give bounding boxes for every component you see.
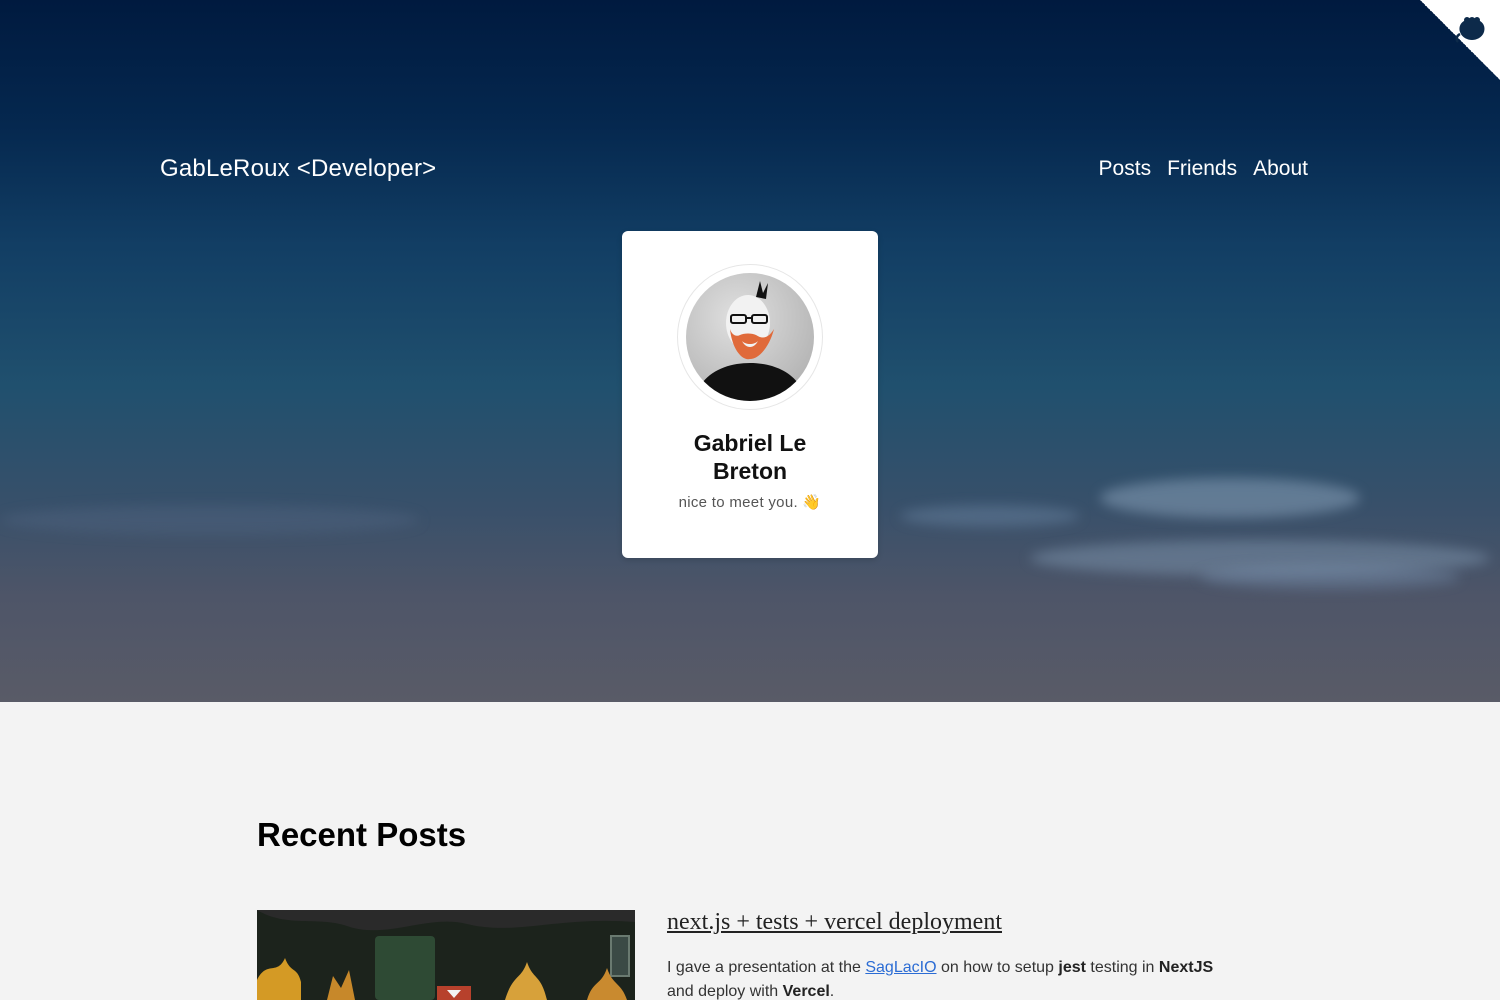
hero-banner: GabLeRoux <Developer> Posts Friends Abou… [0, 0, 1500, 702]
site-brand[interactable]: GabLeRoux <Developer> [160, 155, 436, 183]
avatar [686, 273, 814, 401]
profile-name: Gabriel Le Breton [693, 430, 807, 484]
github-corner-link[interactable] [1420, 0, 1500, 80]
nav-friends[interactable]: Friends [1167, 157, 1237, 181]
excerpt-text: . [829, 983, 835, 1000]
post-excerpt: I gave a presentation at the SagLacIO on… [667, 956, 1237, 1000]
profile-tagline: nice to meet you. 👋 [678, 494, 822, 511]
recent-posts-heading: Recent Posts [257, 816, 467, 853]
cloud [1200, 565, 1460, 589]
cloud [1100, 478, 1360, 518]
excerpt-bold: Vercel [782, 983, 830, 1000]
excerpt-bold: NextJS [1158, 959, 1214, 976]
profile-card: Gabriel Le Breton nice to meet you. 👋 [622, 231, 878, 558]
avatar-frame [677, 264, 823, 410]
saglacio-link[interactable]: SagLacIO [865, 959, 936, 976]
avatar-illustration [694, 281, 806, 401]
excerpt-text: and deploy with [667, 983, 783, 1000]
post-title[interactable]: next.js + tests + vercel deployment [667, 909, 1002, 936]
post-thumbnail[interactable] [257, 910, 635, 1000]
main-nav: Posts Friends About [1099, 157, 1308, 181]
github-octocat-icon [1455, 17, 1485, 43]
nav-about[interactable]: About [1253, 157, 1308, 181]
excerpt-text: I gave a presentation at the [667, 959, 866, 976]
post-thumbnail-image [257, 910, 635, 1000]
excerpt-text: testing in [1085, 959, 1159, 976]
excerpt-text: on how to setup [936, 959, 1059, 976]
excerpt-bold: jest [1058, 959, 1086, 976]
cloud [900, 505, 1080, 527]
nav-posts[interactable]: Posts [1099, 157, 1152, 181]
cloud [0, 505, 420, 535]
